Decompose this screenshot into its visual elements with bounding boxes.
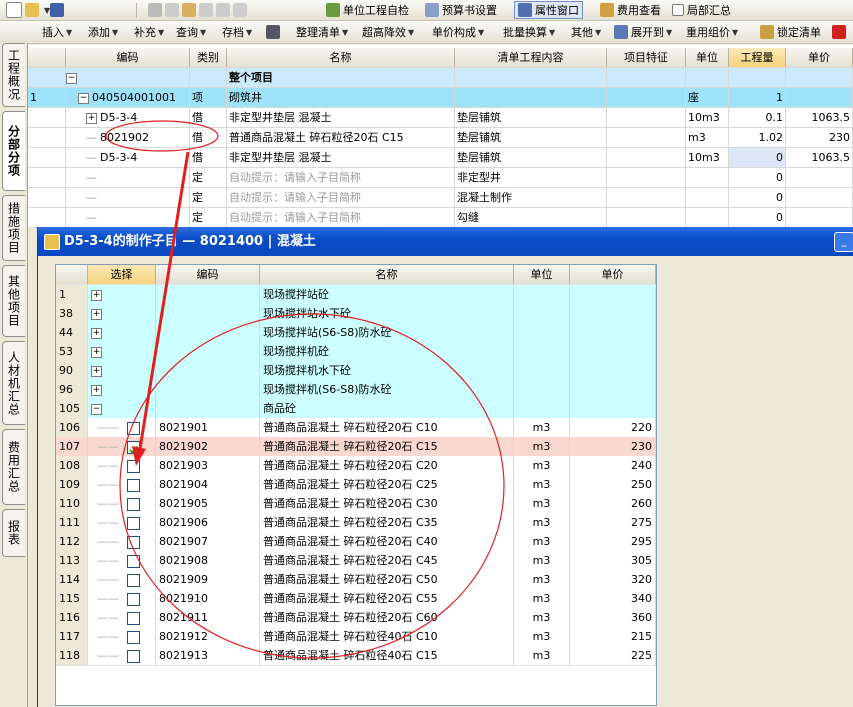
annotation-ellipse-small xyxy=(105,120,219,152)
annotation-ellipse-large xyxy=(119,313,505,659)
annotation-arrow-head xyxy=(132,446,146,466)
annotation-arrow-line xyxy=(137,151,190,456)
annotation-layer xyxy=(105,120,505,659)
